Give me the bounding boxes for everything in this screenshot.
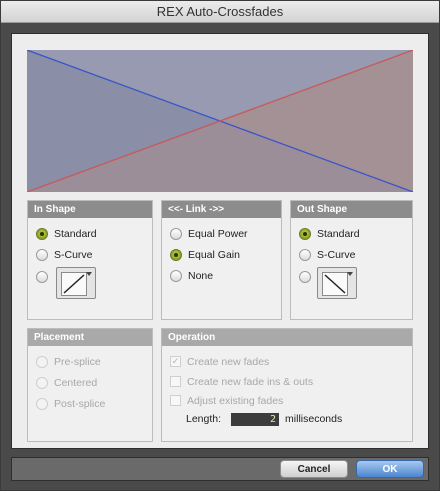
in-shape-curve-selector[interactable]	[56, 267, 96, 299]
radio-button[interactable]	[299, 271, 311, 283]
fade-out-curve-icon	[322, 272, 348, 296]
radio-button[interactable]	[170, 249, 182, 261]
in-shape-panel: In Shape Standard S-Curve	[27, 200, 153, 320]
option-label: S-Curve	[317, 249, 356, 261]
in-shape-header: In Shape	[28, 201, 152, 218]
length-row: Length: 2 milliseconds	[186, 412, 342, 426]
radio-button[interactable]	[36, 271, 48, 283]
dialog-content: In Shape Standard S-Curve <<- Link ->> E…	[11, 33, 429, 449]
dropdown-arrow-icon	[347, 272, 353, 276]
radio-button[interactable]	[36, 228, 48, 240]
length-input[interactable]: 2	[231, 412, 280, 426]
create-new-fades-option[interactable]: ✓ Create new fades	[170, 355, 269, 368]
option-label: Post-splice	[54, 398, 106, 410]
fade-in-curve-icon	[61, 272, 87, 296]
in-shape-custom-option[interactable]	[36, 270, 48, 284]
operation-panel: Operation ✓ Create new fades Create new …	[161, 328, 413, 442]
option-label: Pre-splice	[54, 356, 101, 368]
in-shape-standard-option[interactable]: Standard	[36, 227, 97, 241]
operation-header: Operation	[162, 329, 412, 346]
link-equal-power-option[interactable]: Equal Power	[170, 227, 248, 241]
out-shape-curve-selector[interactable]	[317, 267, 357, 299]
radio-button[interactable]	[36, 398, 48, 410]
option-label: Standard	[54, 228, 97, 240]
dropdown-arrow-icon	[86, 272, 92, 276]
option-label: Adjust existing fades	[187, 394, 284, 407]
link-equal-gain-option[interactable]: Equal Gain	[170, 248, 240, 262]
rex-auto-crossfades-dialog: REX Auto-Crossfades In Shape Standard S-…	[0, 0, 440, 491]
button-bar: Cancel OK	[11, 457, 429, 481]
radio-button[interactable]	[299, 228, 311, 240]
option-label: Equal Gain	[188, 249, 240, 261]
option-label: Create new fades	[187, 355, 270, 368]
radio-button[interactable]	[36, 377, 48, 389]
placement-centered-option[interactable]: Centered	[36, 376, 97, 390]
length-units: milliseconds	[285, 413, 343, 425]
out-shape-s-curve-option[interactable]: S-Curve	[299, 248, 356, 262]
option-label: S-Curve	[54, 249, 93, 261]
option-label: None	[188, 270, 214, 282]
radio-button[interactable]	[36, 356, 48, 368]
checkbox[interactable]	[170, 376, 181, 387]
out-shape-standard-option[interactable]: Standard	[299, 227, 360, 241]
length-label: Length:	[186, 413, 222, 425]
out-shape-panel: Out Shape Standard S-Curve	[290, 200, 413, 320]
placement-pre-splice-option[interactable]: Pre-splice	[36, 355, 101, 369]
crossfade-preview	[27, 50, 413, 192]
radio-button[interactable]	[170, 228, 182, 240]
option-label: Standard	[317, 228, 360, 240]
link-header: <<- Link ->>	[162, 201, 281, 218]
placement-panel: Placement Pre-splice Centered Post-splic…	[27, 328, 153, 442]
radio-button[interactable]	[170, 270, 182, 282]
out-shape-header: Out Shape	[291, 201, 412, 218]
placement-post-splice-option[interactable]: Post-splice	[36, 397, 105, 411]
create-new-fade-ins-outs-option[interactable]: Create new fade ins & outs	[170, 375, 313, 388]
placement-header: Placement	[28, 329, 152, 346]
checkbox[interactable]: ✓	[170, 356, 181, 367]
option-label: Centered	[54, 377, 98, 389]
link-none-option[interactable]: None	[170, 269, 213, 283]
crossfade-preview-graph	[27, 50, 413, 192]
window-title: REX Auto-Crossfades	[1, 1, 439, 23]
option-label: Create new fade ins & outs	[187, 375, 314, 388]
out-shape-custom-option[interactable]	[299, 270, 311, 284]
option-label: Equal Power	[188, 228, 248, 240]
cancel-button[interactable]: Cancel	[280, 460, 348, 478]
link-panel: <<- Link ->> Equal Power Equal Gain None	[161, 200, 282, 320]
adjust-existing-fades-option[interactable]: Adjust existing fades	[170, 394, 283, 407]
radio-button[interactable]	[299, 249, 311, 261]
ok-button[interactable]: OK	[356, 460, 424, 478]
in-shape-s-curve-option[interactable]: S-Curve	[36, 248, 93, 262]
radio-button[interactable]	[36, 249, 48, 261]
checkbox[interactable]	[170, 395, 181, 406]
